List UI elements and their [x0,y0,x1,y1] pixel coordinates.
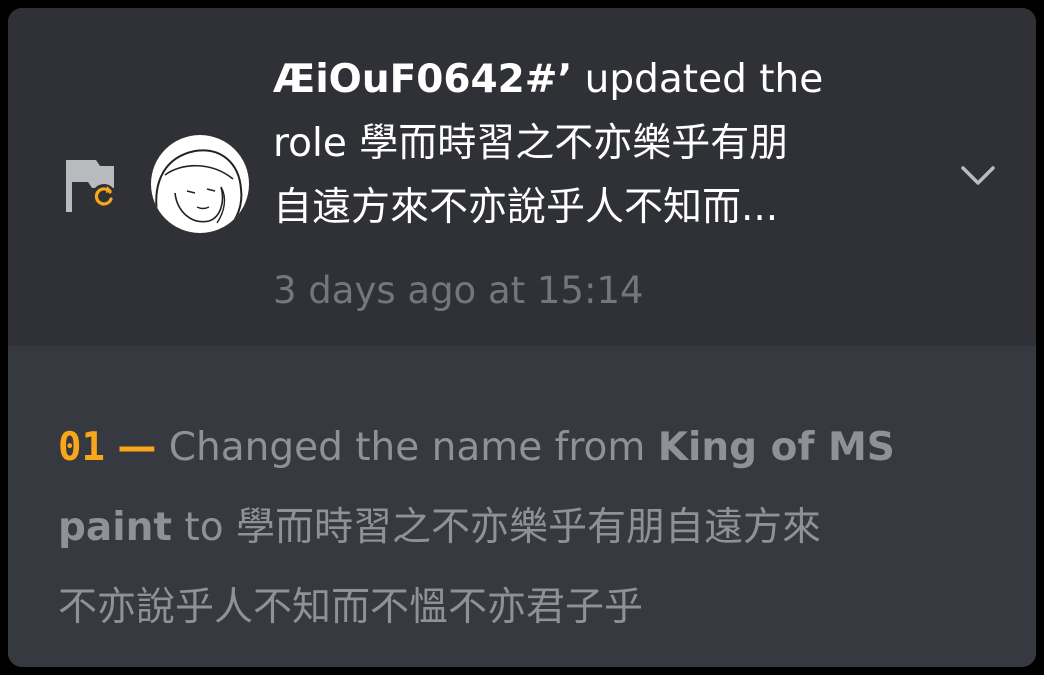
username[interactable]: ÆiOuF0642#ʼ [273,57,572,102]
audit-log-details: 01 — Changed the name from King of MS pa… [8,346,1036,667]
role-update-flag-icon [66,160,116,212]
change-line-1: 01 — Changed the name from King of MS [58,408,1008,488]
old-name-part2: paint [58,505,173,550]
change-number: 01 [58,425,105,470]
change-text-before: Changed the name from [156,425,658,470]
summary-action-text: updated the [572,57,824,102]
avatar-drawing-icon [155,149,243,228]
timestamp: 3 days ago at 15:14 [273,269,644,312]
change-dash: — [117,425,157,470]
audit-log-entry[interactable]: ÆiOuF0642#ʼ updated the role 學而時習之不亦樂乎有朋… [8,8,1036,667]
change-item: 01 — Changed the name from King of MS pa… [58,408,1008,648]
audit-log-summary: ÆiOuF0642#ʼ updated the role 學而時習之不亦樂乎有朋… [273,48,953,240]
new-name-part2: 不亦說乎人不知而不慍不亦君子乎 [58,585,644,630]
avatar[interactable] [151,135,249,233]
new-name-part1: 學而時習之不亦樂乎有朋自遠方來 [235,505,821,550]
chevron-down-icon[interactable] [958,158,998,194]
summary-line-2: role 學而時習之不亦樂乎有朋 [273,121,789,166]
summary-line-1: ÆiOuF0642#ʼ updated the [273,48,953,112]
summary-line-3: 自遠方來不亦說乎人不知而... [273,185,779,230]
change-line-2: paint to 學而時習之不亦樂乎有朋自遠方來 [58,488,1008,568]
audit-log-entry-header[interactable]: ÆiOuF0642#ʼ updated the role 學而時習之不亦樂乎有朋… [8,8,1036,346]
change-text-to: to [172,505,236,550]
old-name-part1: King of MS [657,425,895,470]
